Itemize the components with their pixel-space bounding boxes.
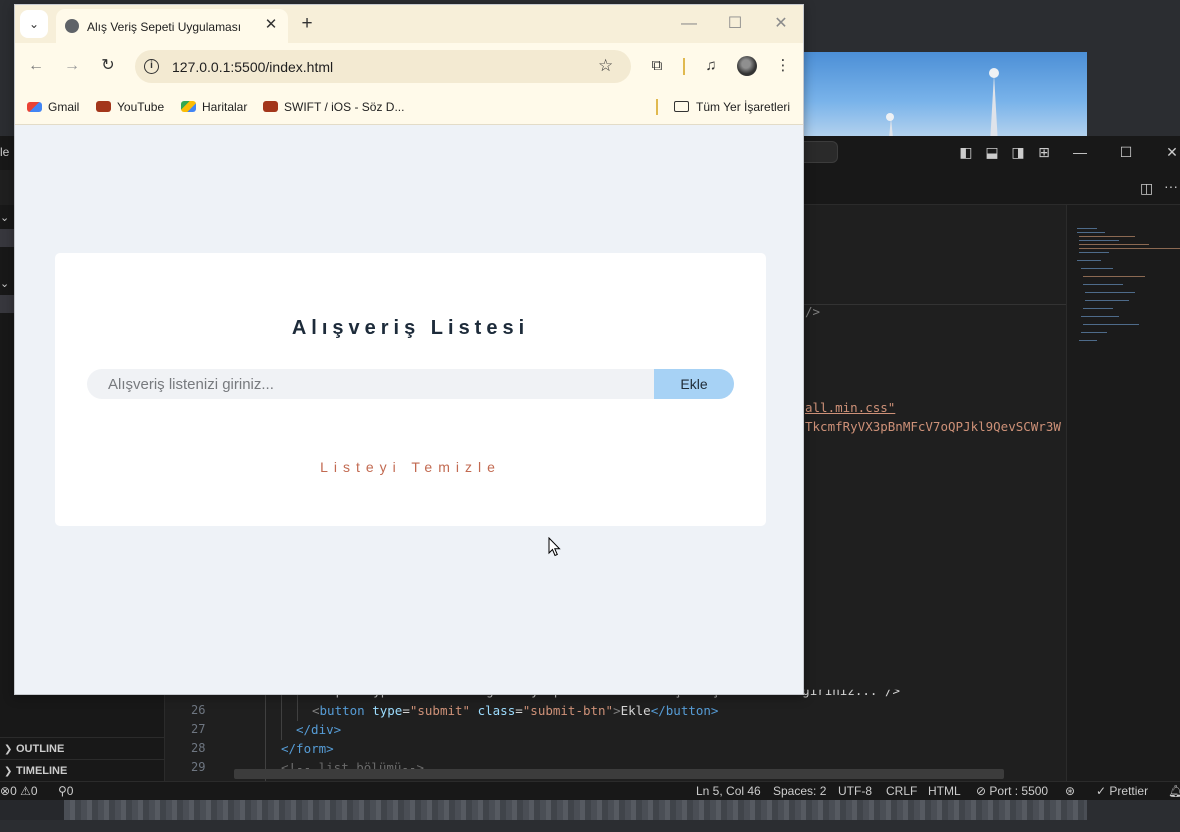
toggle-panel-icon[interactable]: ⬓: [984, 144, 1000, 160]
bookmarks-bar: Gmail YouTube Haritalar SWIFT / iOS - Sö…: [15, 89, 803, 125]
url-text[interactable]: 127.0.0.1:5500/index.html: [172, 59, 333, 75]
notifications-icon[interactable]: 🔔︎: [1168, 784, 1180, 798]
line-number: 28: [191, 741, 206, 755]
grocery-form: Ekle: [87, 369, 734, 399]
shopping-list-card: Alışveriş Listesi Ekle Listeyi Temizle: [55, 253, 766, 526]
back-icon[interactable]: ←: [27, 57, 45, 75]
bookmark-swift[interactable]: SWIFT / iOS - Söz D...: [263, 100, 404, 114]
wallpaper-spire-top: [989, 68, 999, 78]
vscode-command-center[interactable]: [800, 141, 838, 163]
explorer-selected-item[interactable]: [0, 295, 14, 313]
wallpaper-spire-top: [886, 113, 894, 121]
copilot-icon[interactable]: ⊛: [1065, 784, 1075, 798]
chevron-down-icon: ⌄: [28, 17, 40, 31]
maximize-icon[interactable]: ☐: [725, 14, 745, 34]
code-line-28: </form>: [281, 741, 334, 756]
minimize-icon[interactable]: —: [1072, 144, 1088, 160]
folder-icon: [674, 101, 689, 112]
close-icon[interactable]: ✕: [771, 14, 791, 34]
eol-status[interactable]: CRLF: [886, 784, 917, 798]
youtube-icon: [96, 101, 111, 112]
desktop-wallpaper-strip: [64, 800, 1087, 820]
chevron-right-icon: ❯: [4, 766, 13, 777]
browser-tab-active[interactable]: Alış Veriş Sepeti Uygulaması ✕: [56, 9, 288, 43]
bookmarks-divider: [656, 99, 658, 115]
new-tab-button[interactable]: +: [297, 14, 317, 34]
desktop-background: [0, 820, 1180, 832]
desktop-wallpaper: [800, 52, 1087, 142]
code-line-27: </div>: [296, 722, 342, 737]
prettier-status[interactable]: ✓ Prettier: [1096, 784, 1148, 798]
problems-status[interactable]: ⊗0 ⚠0: [0, 784, 38, 798]
line-number: 29: [191, 760, 206, 774]
forward-icon[interactable]: →: [63, 57, 81, 75]
code-fragment: TkcmfRyVX3pBnMFcV7oQPJkl9QevSCWr3W: [805, 419, 1061, 434]
code-line-26: <button type="submit" class="submit-btn"…: [312, 703, 719, 718]
line-number: 27: [191, 722, 206, 736]
extensions-icon[interactable]: ⧉: [647, 56, 667, 76]
wallpaper-spire: [990, 74, 998, 142]
profile-avatar[interactable]: [737, 56, 757, 76]
address-bar[interactable]: i 127.0.0.1:5500/index.html ☆: [135, 50, 631, 83]
tab-strip: ⌄ Alış Veriş Sepeti Uygulaması ✕ + — ☐ ✕: [15, 5, 803, 43]
timeline-section[interactable]: ❯ TIMELINE: [0, 759, 165, 781]
grocery-input[interactable]: [87, 369, 654, 399]
bookmark-gmail[interactable]: Gmail: [27, 100, 79, 114]
toggle-secondary-sidebar-icon[interactable]: ◨: [1010, 144, 1026, 160]
maximize-icon[interactable]: ☐: [1118, 144, 1134, 160]
live-server-port[interactable]: ⊘ Port : 5500: [976, 784, 1048, 798]
bookmark-maps[interactable]: Haritalar: [181, 100, 247, 114]
customize-layout-icon[interactable]: ⊞: [1036, 144, 1052, 160]
mouse-cursor-icon: [548, 537, 561, 557]
editor-tab-bar: [800, 170, 1180, 205]
media-controls-icon[interactable]: ♫: [701, 56, 721, 76]
gmail-icon: [27, 102, 42, 112]
split-editor-icon[interactable]: ◫: [1140, 180, 1153, 197]
toggle-primary-sidebar-icon[interactable]: ◧: [958, 144, 974, 160]
tab-title: Alış Veriş Sepeti Uygulaması: [87, 20, 242, 34]
toolbar-divider: [683, 58, 685, 75]
bookmark-youtube[interactable]: YouTube: [96, 100, 164, 114]
add-button[interactable]: Ekle: [654, 369, 734, 399]
code-fragment: />: [805, 304, 821, 319]
ports-status[interactable]: ⚲0: [58, 784, 73, 798]
outline-section[interactable]: ❯ OUTLINE: [0, 737, 165, 759]
minimize-icon[interactable]: —: [679, 14, 699, 34]
tab-close-icon[interactable]: ✕: [262, 16, 280, 34]
all-bookmarks-folder[interactable]: Tüm Yer İşaretleri: [674, 100, 790, 114]
page-title: Alışveriş Listesi: [291, 317, 530, 339]
indentation-status[interactable]: Spaces: 2: [773, 784, 826, 798]
language-status[interactable]: HTML: [928, 784, 961, 798]
clear-list-button[interactable]: Listeyi Temizle: [55, 459, 766, 475]
cursor-position[interactable]: Ln 5, Col 46: [696, 784, 761, 798]
chevron-right-icon: ❯: [4, 744, 13, 755]
youtube-icon: [263, 101, 278, 112]
bookmark-star-icon[interactable]: ☆: [598, 56, 613, 76]
encoding-status[interactable]: UTF-8: [838, 784, 872, 798]
more-actions-icon[interactable]: ···: [1164, 178, 1178, 194]
tab-search-button[interactable]: ⌄: [20, 10, 48, 38]
browser-toolbar: ← → ↻ i 127.0.0.1:5500/index.html ☆ ⧉ ♫ …: [15, 43, 803, 89]
site-info-icon[interactable]: i: [144, 59, 159, 74]
close-icon[interactable]: ✕: [1164, 144, 1180, 160]
editor-separator: [800, 304, 1066, 305]
page-viewport: Alışveriş Listesi Ekle Listeyi Temizle: [15, 125, 803, 694]
status-bar: ⊗0 ⚠0 ⚲0 Ln 5, Col 46 Spaces: 2 UTF-8 CR…: [0, 781, 1180, 800]
explorer-selected-item[interactable]: [0, 229, 14, 247]
menu-kebab-icon[interactable]: ⋮: [773, 56, 793, 76]
vscode-title: le: [0, 145, 10, 159]
code-fragment: all.min.css": [805, 400, 896, 415]
minimap[interactable]: [1066, 205, 1180, 781]
chevron-down-icon[interactable]: ⌄: [0, 277, 9, 290]
horizontal-scrollbar[interactable]: [234, 769, 1004, 779]
line-number: 26: [191, 703, 206, 717]
chrome-window: ⌄ Alış Veriş Sepeti Uygulaması ✕ + — ☐ ✕…: [14, 4, 804, 695]
chevron-down-icon[interactable]: ⌄: [0, 211, 9, 224]
indent-guide: [265, 684, 266, 781]
reload-icon[interactable]: ↻: [99, 57, 117, 75]
globe-icon: [65, 19, 79, 33]
maps-icon: [181, 101, 196, 112]
